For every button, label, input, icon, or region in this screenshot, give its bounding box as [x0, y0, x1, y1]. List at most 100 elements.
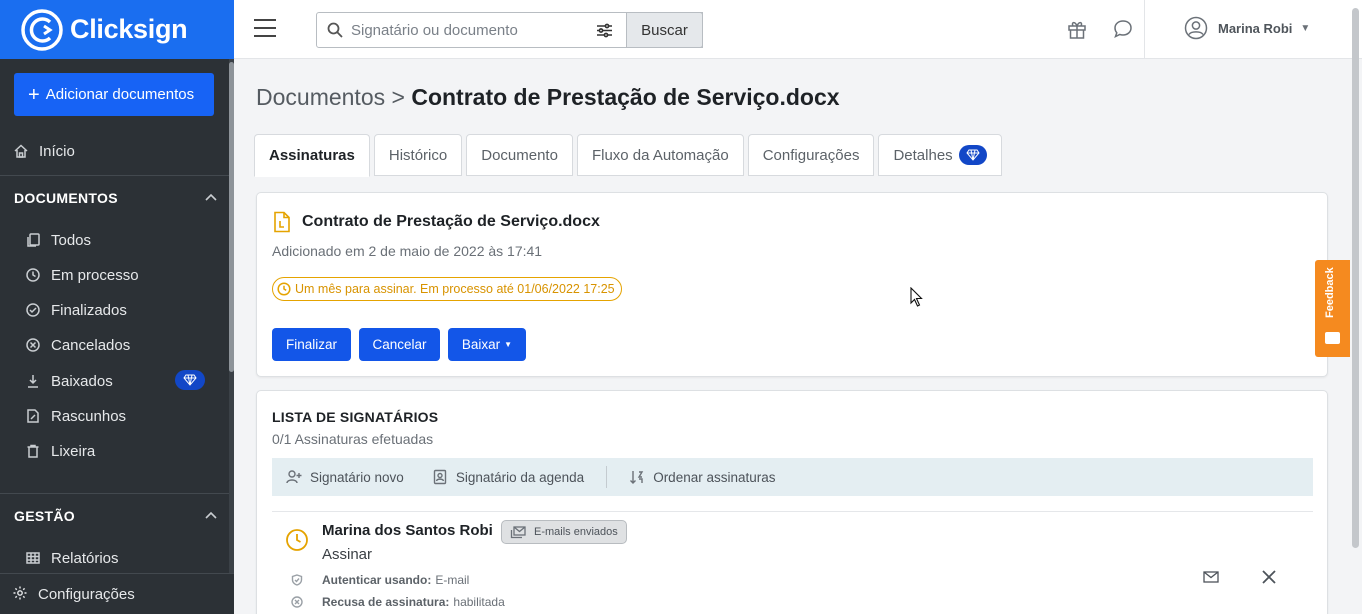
tool-label: Signatário novo	[310, 469, 404, 485]
diamond-icon	[183, 374, 197, 386]
document-name: Contrato de Prestação de Serviço.docx	[273, 211, 600, 233]
search-icon	[327, 22, 343, 38]
add-documents-button[interactable]: + Adicionar documentos	[14, 73, 214, 116]
deadline-text: Um mês para assinar. Em processo até 01/…	[295, 282, 615, 296]
auth-label: Autenticar usando:	[322, 573, 432, 587]
auth-method: Autenticar usando: E-mail	[291, 573, 469, 587]
tab-settings[interactable]: Configurações	[747, 134, 875, 176]
mouse-cursor-icon	[910, 287, 923, 307]
new-signer-button[interactable]: Signatário novo	[286, 469, 404, 485]
brand-name: Clicksign	[70, 14, 188, 44]
document-icon	[274, 211, 290, 233]
premium-badge	[175, 370, 205, 390]
user-menu[interactable]: Marina Robi ▼	[1184, 16, 1310, 40]
add-documents-label: Adicionar documentos	[45, 86, 195, 103]
search-input[interactable]	[351, 21, 571, 39]
chevron-up-icon	[205, 193, 217, 201]
signatures-count: 0/1 Assinaturas efetuadas	[272, 431, 434, 447]
document-name-text: Contrato de Prestação de Serviço.docx	[302, 213, 600, 230]
signers-title: LISTA DE SIGNATÁRIOS	[272, 409, 439, 425]
tab-document[interactable]: Documento	[466, 134, 573, 176]
tab-automation-flow[interactable]: Fluxo da Automação	[576, 134, 744, 176]
divider	[1144, 0, 1145, 59]
tab-signatures[interactable]: Assinaturas	[254, 134, 370, 177]
sidebar-item-label: Configurações	[38, 585, 135, 603]
close-icon	[1262, 570, 1276, 584]
breadcrumb: Documentos > Contrato de Prestação de Se…	[256, 84, 840, 111]
gift-icon[interactable]	[1064, 16, 1090, 42]
section-management[interactable]: GESTÃO	[14, 506, 218, 526]
logo[interactable]: Clicksign	[0, 0, 234, 59]
draft-icon	[24, 407, 42, 425]
section-documents[interactable]: DOCUMENTOS	[14, 188, 218, 208]
sidebar-item-label: Em processo	[51, 266, 139, 284]
sidebar-item-all[interactable]: Todos	[24, 230, 250, 250]
download-icon	[24, 372, 42, 390]
contacts-signer-button[interactable]: Signatário da agenda	[432, 469, 584, 485]
sidebar-scroll-thumb[interactable]	[229, 62, 234, 372]
feedback-icon	[1325, 332, 1340, 344]
divider	[0, 493, 230, 494]
section-title: DOCUMENTOS	[14, 190, 118, 206]
premium-badge	[958, 145, 987, 165]
status-badge: E-mails enviados	[501, 520, 627, 544]
finalize-button[interactable]: Finalizar	[272, 328, 351, 361]
sidebar-item-label: Baixados	[51, 372, 113, 390]
refusal-value: habilitada	[453, 595, 505, 609]
order-signatures-button[interactable]: Ordenar assinaturas	[629, 469, 776, 485]
sidebar-item-label: Cancelados	[51, 336, 131, 354]
feedback-tab[interactable]: Feedback	[1315, 260, 1350, 357]
tab-label: Detalhes	[893, 146, 953, 164]
sidebar-item-reports[interactable]: Relatórios	[24, 548, 250, 568]
x-circle-icon	[24, 336, 42, 354]
sidebar-item-drafts[interactable]: Rascunhos	[24, 406, 250, 426]
download-button[interactable]: Baixar ▼	[448, 328, 526, 361]
remove-signer-button[interactable]	[1259, 567, 1279, 587]
page-scrollbar[interactable]	[1352, 8, 1359, 548]
chevron-up-icon	[205, 511, 217, 519]
add-user-icon	[286, 470, 302, 484]
resend-email-button[interactable]	[1201, 567, 1221, 587]
mail-icon	[1203, 571, 1219, 583]
chat-icon[interactable]	[1110, 16, 1136, 42]
deadline-badge: Um mês para assinar. Em processo até 01/…	[272, 277, 622, 301]
sidebar-item-label: Rascunhos	[51, 407, 127, 425]
section-title: GESTÃO	[14, 508, 75, 524]
sidebar-item-canceled[interactable]: Cancelados	[24, 335, 250, 355]
sidebar-item-home[interactable]: Início	[12, 141, 238, 161]
signer-name: Marina dos Santos Robi	[322, 522, 493, 539]
sort-icon	[630, 471, 644, 484]
clock-icon	[24, 266, 42, 284]
gear-icon	[12, 585, 30, 603]
cancel-button[interactable]: Cancelar	[359, 328, 440, 361]
shield-icon	[291, 574, 303, 586]
breadcrumb-root[interactable]: Documentos	[256, 84, 385, 110]
sidebar-item-downloaded[interactable]: Baixados	[24, 371, 250, 391]
tab-details[interactable]: Detalhes	[878, 134, 1002, 176]
download-label: Baixar	[461, 337, 501, 352]
contact-card-icon	[433, 469, 447, 485]
x-circle-icon	[291, 596, 303, 608]
divider	[606, 466, 608, 488]
sidebar-item-finished[interactable]: Finalizados	[24, 300, 250, 320]
trash-icon	[24, 442, 42, 460]
sidebar-item-trash[interactable]: Lixeira	[24, 441, 250, 461]
document-added-date: Adicionado em 2 de maio de 2022 às 17:41	[272, 243, 543, 259]
caret-down-icon: ▼	[504, 340, 513, 349]
menu-icon[interactable]	[254, 19, 276, 37]
sidebar-item-label: Todos	[51, 231, 92, 249]
signer-action: Assinar	[322, 546, 373, 563]
tab-history[interactable]: Histórico	[373, 134, 463, 176]
emails-sent-icon	[510, 525, 526, 538]
signers-card: LISTA DE SIGNATÁRIOS 0/1 Assinaturas efe…	[256, 390, 1328, 614]
clicksign-logo-icon	[21, 8, 63, 51]
refusal-label: Recusa de assinatura:	[322, 595, 450, 609]
sidebar-item-settings[interactable]: Configurações	[0, 573, 234, 614]
search-button[interactable]: Buscar	[626, 12, 703, 48]
status-badge-text: E-mails enviados	[534, 526, 618, 538]
sidebar-item-in-process[interactable]: Em processo	[24, 265, 250, 285]
user-name: Marina Robi	[1218, 20, 1293, 36]
home-icon	[12, 142, 30, 160]
filter-button[interactable]	[583, 12, 627, 48]
sidebar: Clicksign + Adicionar documentos Início …	[0, 0, 234, 614]
